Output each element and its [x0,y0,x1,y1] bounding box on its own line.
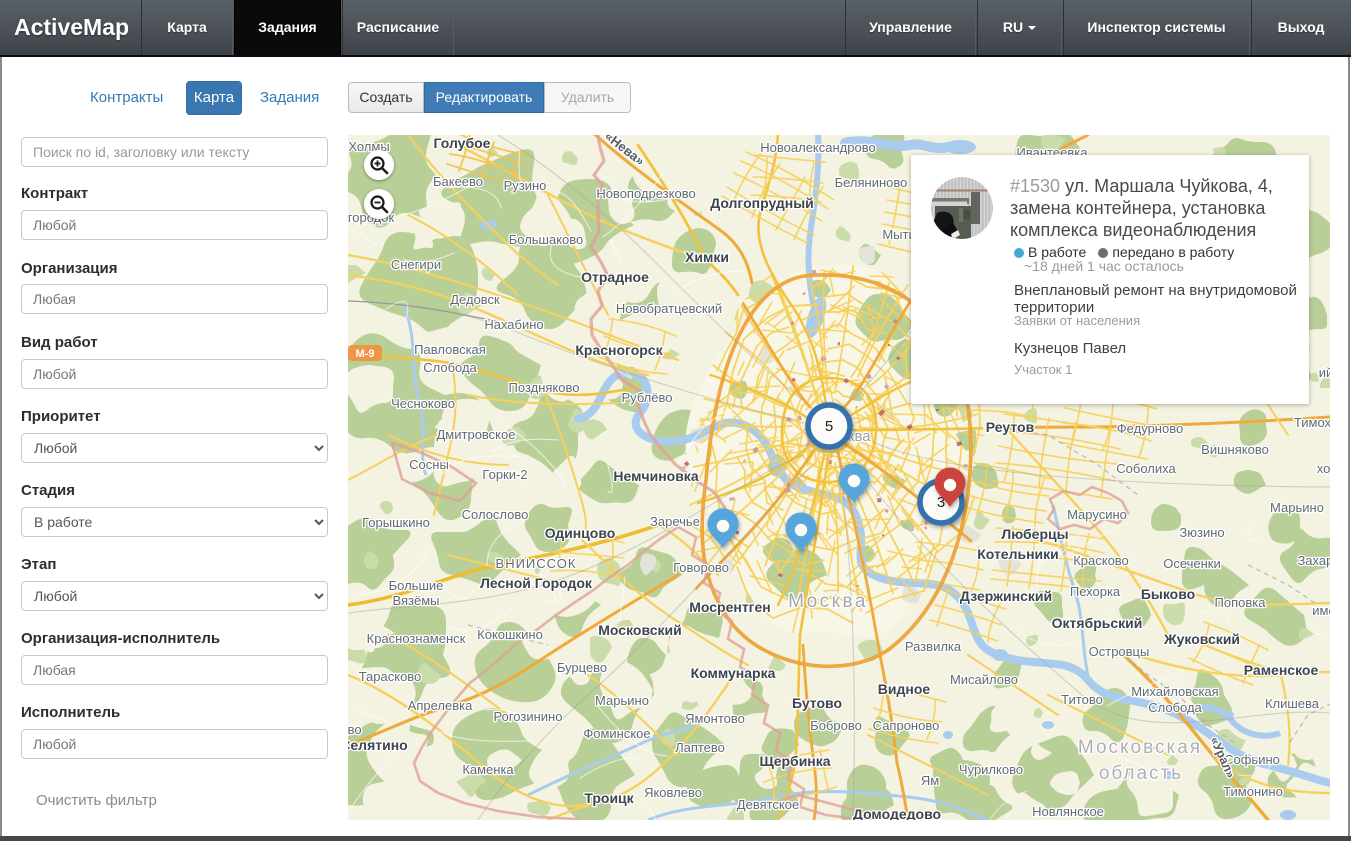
svg-text:Вишняково: Вишняково [1201,442,1269,457]
svg-text:Бурцево: Бурцево [557,660,607,675]
svg-text:Сосны: Сосны [409,457,449,472]
svg-text:Октябрьский: Октябрьский [1052,615,1143,631]
svg-text:ово: ово [348,722,362,737]
svg-text:Чесноково: Чесноково [391,396,455,411]
svg-text:Марьино: Марьино [595,693,649,708]
svg-text:Солослово: Солослово [462,507,529,522]
svg-text:Ям: Ям [921,773,939,788]
svg-text:Московский: Московский [598,622,681,638]
svg-text:Зюзино: Зюзино [1179,525,1224,540]
svg-text:Захарово: Захарово [1297,553,1330,568]
svg-text:Жуковский: Жуковский [1163,631,1240,647]
svg-text:Новлянское: Новлянское [1032,804,1104,819]
svg-text:Каменка: Каменка [462,762,514,777]
svg-text:Развилка: Развилка [905,639,962,654]
svg-text:Котельники: Котельники [977,546,1059,562]
svg-text:хов: хов [1317,461,1330,476]
svg-text:Ямонтово: Ямонтово [685,711,745,726]
svg-text:Павловская: Павловская [414,342,486,357]
svg-text:Заречье: Заречье [650,514,700,529]
svg-text:Дедовск: Дедовск [450,292,500,307]
svg-text:Новобратцевский: Новобратцевский [616,301,722,316]
svg-text:Михайловская: Михайловская [1131,684,1218,699]
svg-text:Коммунарка: Коммунарка [691,665,776,681]
svg-text:область: область [1099,763,1183,784]
svg-text:Реутов: Реутов [986,419,1035,435]
svg-text:Новоподрезково: Новоподрезково [596,186,695,201]
svg-text:Говорово: Говорово [673,560,729,575]
svg-text:Москва: Москва [788,591,868,612]
svg-text:Немчиновка: Немчиновка [613,468,698,484]
svg-text:Поздняково: Поздняково [509,380,580,395]
svg-text:Большие: Большие [389,578,444,593]
svg-text:Дмитровское: Дмитровское [437,427,516,442]
svg-text:Марусино: Марусино [1067,507,1127,522]
svg-text:Одинцово: Одинцово [545,525,616,541]
svg-text:Селятино: Селятино [348,737,408,753]
svg-text:Красногорск: Красногорск [575,342,663,358]
svg-text:Щербинка: Щербинка [759,753,830,769]
svg-text:Лесной Городок: Лесной Городок [480,575,593,591]
svg-text:Яковлево: Яковлево [644,785,702,800]
svg-text:Троицк: Троицк [584,790,634,806]
svg-text:Рузино: Рузино [504,178,547,193]
svg-text:ВНИИССОК: ВНИИССОК [496,556,577,571]
svg-text:Островцы: Островцы [1089,644,1150,659]
svg-text:Видное: Видное [878,681,931,697]
svg-text:Бутово: Бутово [792,695,842,711]
svg-text:Кокошкино: Кокошкино [477,627,543,642]
svg-text:Отрадное: Отрадное [581,269,649,285]
svg-text:Горышкино: Горышкино [362,515,430,530]
svg-text:Краснознаменск: Краснознаменск [367,631,466,646]
svg-text:Люберцы: Люберцы [1001,526,1068,542]
svg-text:Быково: Быково [1141,586,1195,602]
svg-text:Нахабино: Нахабино [484,317,543,332]
svg-text:Тимонино: Тимонино [1223,784,1283,799]
svg-text:Слобода: Слобода [1148,700,1202,715]
svg-text:Красково: Красково [1073,553,1129,568]
svg-text:Тарасково: Тарасково [359,669,422,684]
svg-text:Дзержинский: Дзержинский [960,588,1052,604]
svg-text:Титово: Титово [1061,692,1103,707]
svg-text:име: име [1312,603,1330,618]
svg-text:Вязёмы: Вязёмы [392,593,439,608]
svg-text:Слобода: Слобода [423,360,477,375]
svg-text:Рогозинино: Рогозинино [494,709,563,724]
svg-text:Марьино: Марьино [1270,500,1324,515]
svg-text:ий: ий [1319,365,1330,380]
svg-text:Сапроново: Сапроново [873,718,940,733]
svg-text:Мисайлово: Мисайлово [950,672,1018,687]
svg-text:Тимохово: Тимохово [1294,415,1330,430]
svg-text:Беляниново: Беляниново [835,175,908,190]
svg-text:Соболиха: Соболиха [1116,461,1176,476]
svg-text:Химки: Химки [685,249,729,265]
svg-text:Чурилково: Чурилково [959,762,1023,777]
svg-text:Фоминское: Фоминское [583,726,650,741]
svg-text:Раменское: Раменское [1244,662,1319,678]
svg-text:Голубое: Голубое [434,135,491,151]
svg-text:Снегири: Снегири [391,257,441,272]
svg-text:Поповка: Поповка [1215,595,1267,610]
svg-text:М-9: М-9 [356,348,375,360]
svg-text:Осеченки: Осеченки [1163,556,1221,571]
svg-text:5: 5 [825,418,833,435]
svg-text:Бакеево: Бакеево [433,174,483,189]
svg-text:Московская: Московская [1078,737,1202,758]
svg-text:Большаково: Большаково [509,232,584,247]
svg-text:Боброво: Боброво [810,718,862,733]
svg-text:Горки-2: Горки-2 [482,467,527,482]
svg-text:Мосрентген: Мосрентген [689,599,771,615]
svg-text:Пехорка: Пехорка [1070,584,1121,599]
svg-text:Апрелевка: Апрелевка [408,698,473,713]
svg-text:Федурново: Федурново [1117,421,1183,436]
svg-text:Девятское: Девятское [737,797,799,812]
svg-text:Рублёво: Рублёво [622,390,673,405]
svg-text:Клишева: Клишева [1265,696,1320,711]
svg-text:Домодедово: Домодедово [853,806,941,820]
svg-text:Новоалександрово: Новоалександрово [760,140,875,155]
svg-text:Лаптево: Лаптево [675,740,725,755]
svg-text:Долгопрудный: Долгопрудный [710,195,814,211]
